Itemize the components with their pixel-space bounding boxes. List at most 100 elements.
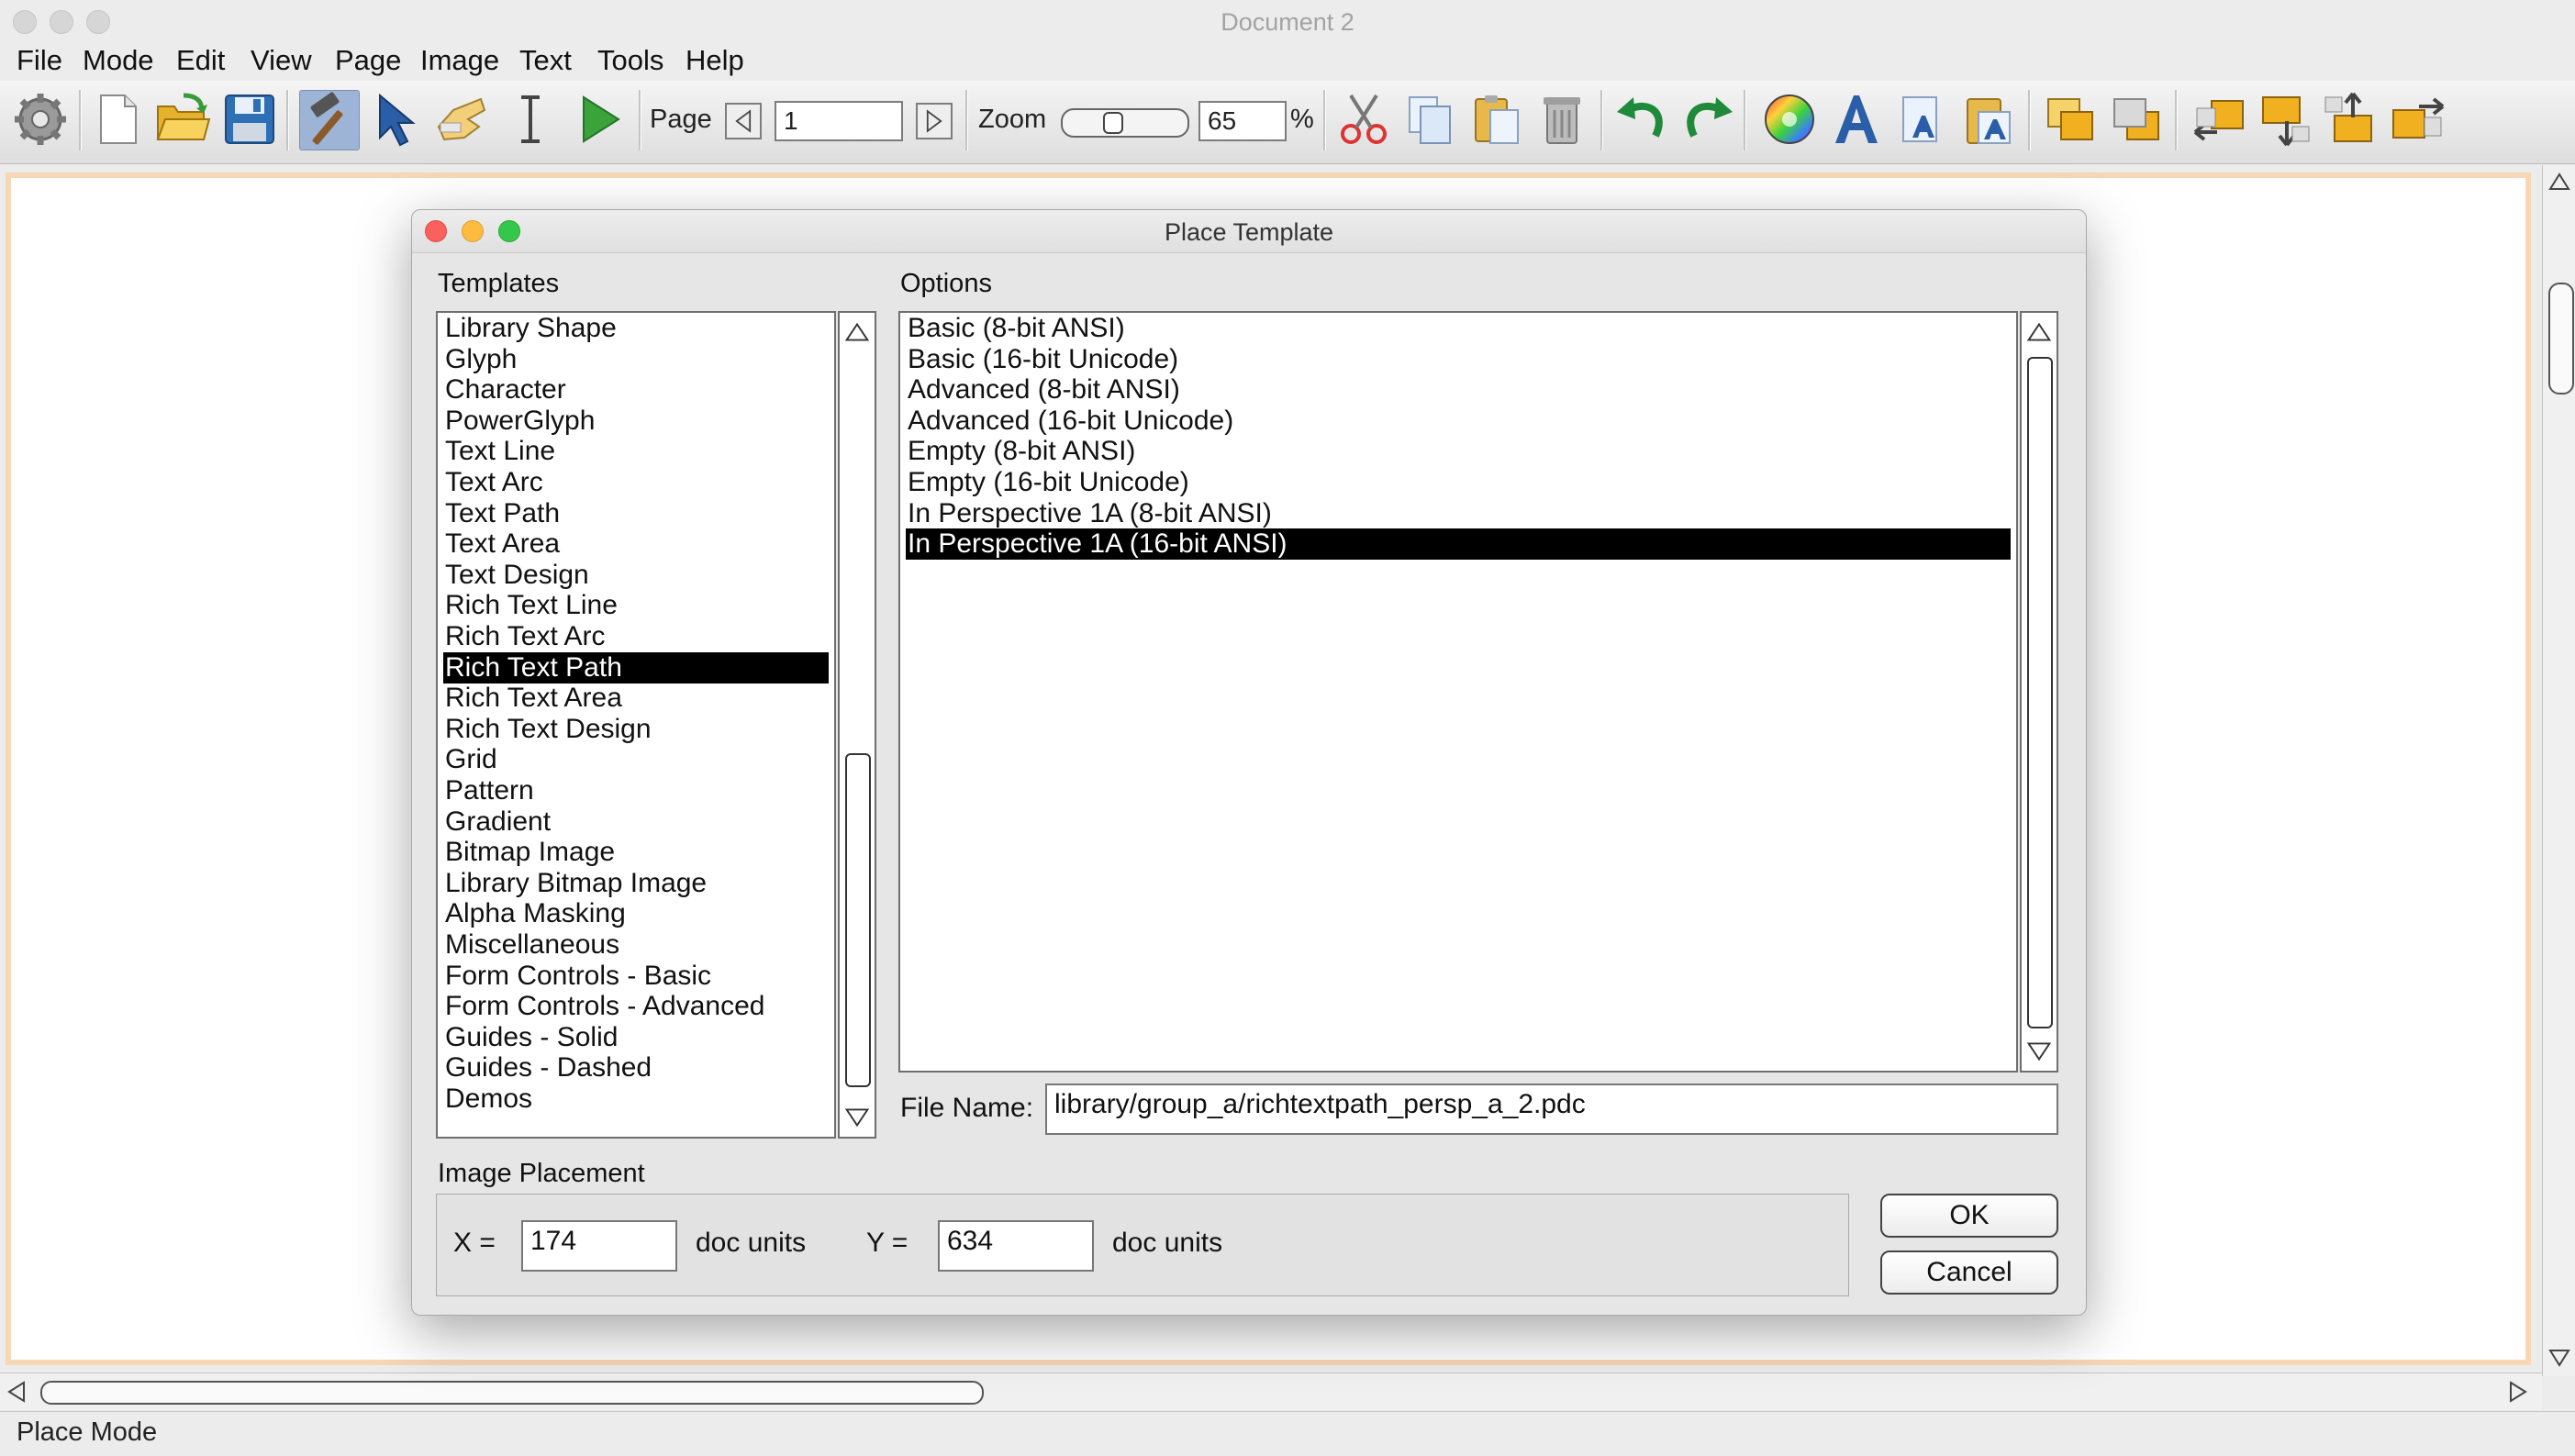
template-list-item[interactable]: Text Area xyxy=(443,528,829,560)
horizontal-scrollbar[interactable] xyxy=(0,1373,2542,1410)
align-bottom-icon[interactable] xyxy=(2256,90,2314,149)
menu-edit[interactable]: Edit xyxy=(176,44,225,77)
template-list-item[interactable]: Miscellaneous xyxy=(443,929,829,961)
menu-mode[interactable]: Mode xyxy=(83,44,154,77)
template-list-item[interactable]: Character xyxy=(443,374,829,406)
vertical-scrollbar[interactable] xyxy=(2542,165,2575,1376)
file-name-label: File Name: xyxy=(900,1093,1034,1123)
zoom-slider-knob[interactable] xyxy=(1103,112,1123,134)
template-list-item[interactable]: Rich Text Design xyxy=(443,714,829,745)
open-folder-icon[interactable] xyxy=(152,90,211,149)
template-list-item[interactable]: Guides - Dashed xyxy=(443,1052,829,1084)
scroll-down-arrow-icon[interactable] xyxy=(2543,1341,2575,1374)
template-list-item[interactable]: Gradient xyxy=(443,806,829,838)
delete-trash-icon[interactable] xyxy=(1533,90,1591,149)
template-list-item[interactable]: Grid xyxy=(443,744,829,775)
templates-scrollbar[interactable] xyxy=(838,311,876,1139)
menu-tools[interactable]: Tools xyxy=(597,44,663,77)
template-list-item[interactable]: Library Bitmap Image xyxy=(443,868,829,899)
template-list-item[interactable]: Glyph xyxy=(443,344,829,375)
zoom-value-field[interactable]: 65 xyxy=(1198,101,1287,141)
select-arrow-icon[interactable] xyxy=(367,90,426,149)
vertical-scroll-thumb[interactable] xyxy=(2548,283,2574,395)
scroll-right-arrow-icon[interactable] xyxy=(2502,1375,2535,1408)
option-list-item[interactable]: Empty (8-bit ANSI) xyxy=(906,436,2011,467)
template-list-item[interactable]: Pattern xyxy=(443,775,829,806)
align-right-icon[interactable] xyxy=(2388,90,2447,149)
options-scrollbar[interactable] xyxy=(2020,311,2058,1073)
text-style-icon[interactable] xyxy=(1826,90,1885,149)
templates-scroll-down-icon[interactable] xyxy=(840,1098,875,1137)
next-page-button[interactable] xyxy=(916,103,953,139)
template-list-item[interactable]: Alpha Masking xyxy=(443,898,829,929)
send-back-icon[interactable] xyxy=(2107,90,2166,149)
template-list-item[interactable]: Rich Text Area xyxy=(443,683,829,714)
templates-scroll-up-icon[interactable] xyxy=(840,313,875,351)
option-list-item[interactable]: Basic (16-bit Unicode) xyxy=(906,344,2011,375)
menu-help[interactable]: Help xyxy=(686,44,744,77)
copy-icon[interactable] xyxy=(1400,90,1459,149)
option-list-item[interactable]: Advanced (16-bit Unicode) xyxy=(906,406,2011,437)
menu-file[interactable]: File xyxy=(17,44,62,77)
menu-image[interactable]: Image xyxy=(420,44,499,77)
template-list-item[interactable]: Text Arc xyxy=(443,467,829,498)
template-list-item[interactable]: Rich Text Line xyxy=(443,590,829,621)
options-scroll-down-icon[interactable] xyxy=(2022,1032,2057,1071)
file-name-field[interactable]: library/group_a/richtextpath_persp_a_2.p… xyxy=(1045,1084,2058,1135)
options-scroll-thumb[interactable] xyxy=(2027,357,2053,1028)
template-list-item[interactable]: Form Controls - Basic xyxy=(443,961,829,992)
color-wheel-icon[interactable] xyxy=(1760,90,1819,149)
template-list-item[interactable]: Bitmap Image xyxy=(443,837,829,868)
template-list-item[interactable]: Text Line xyxy=(443,436,829,467)
templates-scroll-thumb[interactable] xyxy=(845,753,871,1087)
align-top-icon[interactable] xyxy=(2322,90,2380,149)
options-label: Options xyxy=(900,269,992,298)
hand-pan-icon[interactable] xyxy=(431,90,490,149)
option-list-item[interactable]: Empty (16-bit Unicode) xyxy=(906,467,2011,498)
y-coordinate-field[interactable]: 634 xyxy=(938,1220,1094,1272)
template-list-item[interactable]: Rich Text Arc xyxy=(443,621,829,652)
new-document-icon[interactable] xyxy=(88,90,147,149)
option-list-item[interactable]: In Perspective 1A (8-bit ANSI) xyxy=(906,498,2011,529)
run-play-icon[interactable] xyxy=(569,90,628,149)
template-list-item[interactable]: Library Shape xyxy=(443,313,829,344)
template-list-item[interactable]: Text Design xyxy=(443,560,829,591)
templates-list[interactable]: Library Shape Glyph Character PowerGlyph Tex… xyxy=(436,311,836,1139)
menu-text[interactable]: Text xyxy=(519,44,572,77)
template-list-item[interactable]: PowerGlyph xyxy=(443,406,829,437)
scroll-left-arrow-icon[interactable] xyxy=(0,1375,33,1408)
cancel-button[interactable]: Cancel xyxy=(1880,1250,2058,1295)
bring-front-icon[interactable] xyxy=(2041,90,2100,149)
zoom-label: Zoom xyxy=(978,105,1047,134)
menu-view[interactable]: View xyxy=(251,44,312,77)
ok-button[interactable]: OK xyxy=(1880,1194,2058,1238)
text-clipboard-icon[interactable] xyxy=(1958,90,2017,149)
template-list-item[interactable]: Guides - Solid xyxy=(443,1022,829,1053)
text-cursor-icon[interactable] xyxy=(501,90,560,149)
zoom-slider[interactable] xyxy=(1061,108,1189,138)
option-list-item[interactable]: Basic (8-bit ANSI) xyxy=(906,313,2011,344)
x-coordinate-field[interactable]: 174 xyxy=(521,1220,677,1272)
paste-icon[interactable] xyxy=(1466,90,1525,149)
menu-page[interactable]: Page xyxy=(335,44,401,77)
settings-gear-icon[interactable] xyxy=(11,90,70,149)
template-list-item[interactable]: Demos xyxy=(443,1084,829,1115)
option-list-item[interactable]: Advanced (8-bit ANSI) xyxy=(906,374,2011,406)
horizontal-scroll-thumb[interactable] xyxy=(40,1381,984,1405)
template-list-item[interactable]: Rich Text Path xyxy=(443,651,829,684)
options-list[interactable]: Basic (8-bit ANSI) Basic (16-bit Unicode)… xyxy=(898,311,2018,1073)
option-list-item[interactable]: In Perspective 1A (16-bit ANSI) xyxy=(906,528,2011,561)
scroll-up-arrow-icon[interactable] xyxy=(2543,165,2575,198)
template-list-item[interactable]: Text Path xyxy=(443,498,829,529)
align-left-icon[interactable] xyxy=(2190,90,2248,149)
template-list-item[interactable]: Form Controls - Advanced xyxy=(443,991,829,1022)
redo-icon[interactable] xyxy=(1678,90,1736,149)
page-number-field[interactable]: 1 xyxy=(775,101,903,141)
options-scroll-up-icon[interactable] xyxy=(2022,313,2057,351)
undo-icon[interactable] xyxy=(1613,90,1672,149)
cut-scissors-icon[interactable] xyxy=(1334,90,1393,149)
text-frame-icon[interactable] xyxy=(1892,90,1951,149)
previous-page-button[interactable] xyxy=(725,103,762,139)
place-mode-hammer-icon[interactable] xyxy=(299,90,360,150)
save-disk-icon[interactable] xyxy=(220,90,279,149)
